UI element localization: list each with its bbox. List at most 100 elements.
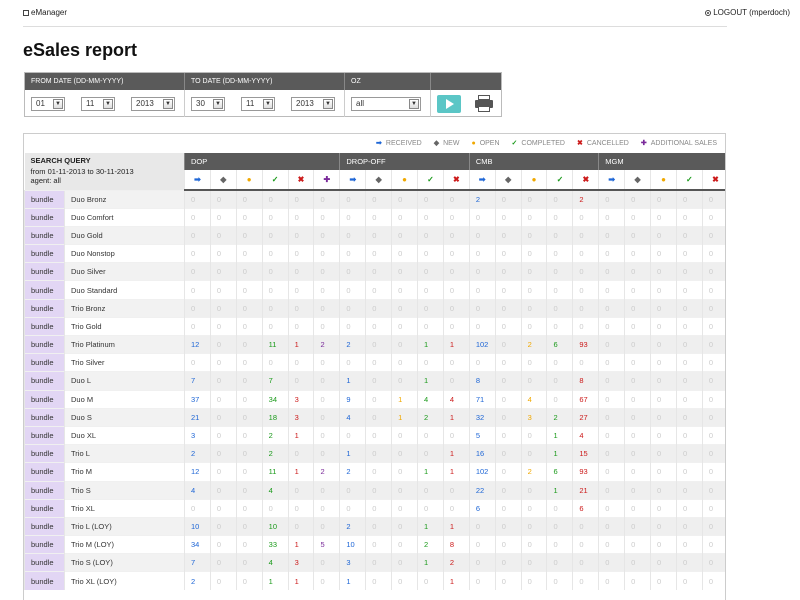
cell-add[interactable]: 5 xyxy=(313,535,340,554)
cell-rec[interactable]: 1 xyxy=(339,371,366,391)
cell-add[interactable]: 2 xyxy=(313,462,340,481)
cell-comp[interactable]: 6 xyxy=(546,462,573,481)
cell-rec[interactable]: 2 xyxy=(468,189,496,209)
print-icon[interactable] xyxy=(475,95,493,112)
cell-can[interactable]: 1 xyxy=(287,571,314,591)
cell-can[interactable]: 1 xyxy=(442,407,470,427)
cell-comp[interactable]: 2 xyxy=(546,407,573,427)
cell-comp[interactable]: 34 xyxy=(261,389,289,409)
cell-can[interactable]: 1 xyxy=(287,462,314,481)
cell-comp[interactable]: 4 xyxy=(417,389,444,409)
cell-rec[interactable]: 102 xyxy=(468,462,496,481)
cell-rec[interactable]: 1 xyxy=(339,571,366,591)
cell-can[interactable]: 2 xyxy=(442,553,470,572)
cell-comp[interactable]: 2 xyxy=(417,535,444,554)
cell-can[interactable]: 3 xyxy=(287,389,314,409)
cell-rec[interactable]: 4 xyxy=(339,407,366,427)
cell-open[interactable]: 2 xyxy=(520,334,547,354)
submit-button[interactable] xyxy=(437,95,461,113)
cell-open[interactable]: 1 xyxy=(391,389,418,409)
cell-comp[interactable]: 11 xyxy=(261,334,289,354)
cell-rec[interactable]: 34 xyxy=(184,535,211,554)
cell-rec[interactable]: 7 xyxy=(184,371,211,391)
cell-rec[interactable]: 102 xyxy=(468,334,496,354)
cell-comp[interactable]: 2 xyxy=(261,444,289,463)
cell-rec[interactable]: 8 xyxy=(468,371,496,391)
cell-can[interactable]: 4 xyxy=(572,425,599,445)
cell-comp[interactable]: 10 xyxy=(261,516,289,536)
cell-can[interactable]: 15 xyxy=(572,444,599,463)
cell-rec[interactable]: 5 xyxy=(468,425,496,445)
cell-open[interactable]: 4 xyxy=(520,389,547,409)
cell-rec[interactable]: 10 xyxy=(339,535,366,554)
cell-add[interactable]: 2 xyxy=(313,334,340,354)
cell-can[interactable]: 1 xyxy=(442,334,470,354)
cell-can[interactable]: 1 xyxy=(442,462,470,481)
cell-rec[interactable]: 71 xyxy=(468,389,496,409)
cell-rec[interactable]: 22 xyxy=(468,480,496,500)
cell-comp[interactable]: 1 xyxy=(417,516,444,536)
cell-open[interactable]: 1 xyxy=(391,407,418,427)
cell-open[interactable]: 3 xyxy=(520,407,547,427)
cell-can[interactable]: 27 xyxy=(572,407,599,427)
cell-rec[interactable]: 3 xyxy=(339,553,366,572)
cell-can[interactable]: 1 xyxy=(442,516,470,536)
cell-rec[interactable]: 2 xyxy=(184,444,211,463)
cell-comp[interactable]: 7 xyxy=(261,371,289,391)
cell-comp[interactable]: 11 xyxy=(261,462,289,481)
cell-rec[interactable]: 6 xyxy=(468,498,496,518)
to-day-select[interactable]: 30 ▼ xyxy=(191,97,225,111)
logout-link[interactable]: LOGOUT (mperdoch) xyxy=(705,8,790,17)
cell-comp[interactable]: 1 xyxy=(417,371,444,391)
cell-comp[interactable]: 1 xyxy=(546,425,573,445)
cell-comp[interactable]: 1 xyxy=(417,462,444,481)
cell-comp[interactable]: 2 xyxy=(417,407,444,427)
cell-can[interactable]: 1 xyxy=(287,535,314,554)
from-year-select[interactable]: 2013 ▼ xyxy=(131,97,175,111)
cell-open[interactable]: 2 xyxy=(520,462,547,481)
cell-rec[interactable]: 2 xyxy=(339,462,366,481)
cell-rec[interactable]: 2 xyxy=(184,571,211,591)
cell-rec[interactable]: 21 xyxy=(184,407,211,427)
cell-comp[interactable]: 1 xyxy=(546,444,573,463)
cell-can[interactable]: 21 xyxy=(572,480,599,500)
to-year-select[interactable]: 2013 ▼ xyxy=(291,97,335,111)
cell-rec[interactable]: 12 xyxy=(184,462,211,481)
oz-select[interactable]: all ▼ xyxy=(351,97,421,111)
cell-rec[interactable]: 37 xyxy=(184,389,211,409)
cell-comp[interactable]: 1 xyxy=(417,553,444,572)
cell-rec[interactable]: 32 xyxy=(468,407,496,427)
to-month-select[interactable]: 11 ▼ xyxy=(241,97,275,111)
cell-rec[interactable]: 2 xyxy=(339,334,366,354)
cell-can[interactable]: 1 xyxy=(442,571,470,591)
cell-comp[interactable]: 4 xyxy=(261,480,289,500)
cell-can[interactable]: 1 xyxy=(287,425,314,445)
cell-can[interactable]: 3 xyxy=(287,407,314,427)
cell-rec[interactable]: 16 xyxy=(468,444,496,463)
cell-comp[interactable]: 33 xyxy=(261,535,289,554)
cell-rec[interactable]: 10 xyxy=(184,516,211,536)
cell-can[interactable]: 6 xyxy=(572,498,599,518)
cell-comp[interactable]: 4 xyxy=(261,553,289,572)
cell-can[interactable]: 1 xyxy=(287,334,314,354)
cell-comp[interactable]: 1 xyxy=(546,480,573,500)
cell-can[interactable]: 93 xyxy=(572,462,599,481)
cell-rec[interactable]: 1 xyxy=(339,444,366,463)
cell-rec[interactable]: 9 xyxy=(339,389,366,409)
cell-can[interactable]: 3 xyxy=(287,553,314,572)
cell-comp[interactable]: 1 xyxy=(417,334,444,354)
cell-can[interactable]: 1 xyxy=(442,444,470,463)
cell-can[interactable]: 8 xyxy=(572,371,599,391)
cell-can[interactable]: 67 xyxy=(572,389,599,409)
cell-can[interactable]: 93 xyxy=(572,334,599,354)
cell-rec[interactable]: 7 xyxy=(184,553,211,572)
cell-comp[interactable]: 2 xyxy=(261,425,289,445)
cell-rec[interactable]: 12 xyxy=(184,334,211,354)
from-month-select[interactable]: 11 ▼ xyxy=(81,97,115,111)
cell-comp[interactable]: 6 xyxy=(546,334,573,354)
cell-can[interactable]: 2 xyxy=(572,189,599,209)
cell-comp[interactable]: 18 xyxy=(261,407,289,427)
cell-rec[interactable]: 2 xyxy=(339,516,366,536)
cell-can[interactable]: 4 xyxy=(442,389,470,409)
brand-link[interactable]: eManager xyxy=(23,8,67,17)
